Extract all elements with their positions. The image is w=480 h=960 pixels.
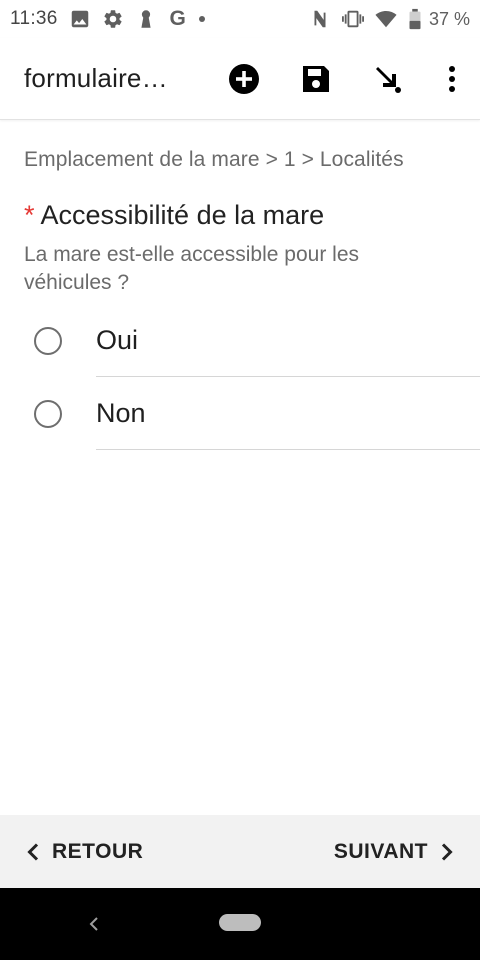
add-repeat-button[interactable] [208,38,280,120]
finalize-icon [376,67,401,93]
question-title: * Accessibilité de la mare [24,200,460,231]
overflow-menu-button[interactable] [424,38,480,120]
battery-percent: 37 % [428,8,470,29]
back-arrow-icon [89,917,98,931]
add-icon [229,64,259,94]
next-button[interactable]: SUIVANT [334,815,480,888]
vibrate-icon [341,8,364,30]
save-icon [303,66,329,92]
next-button-label: SUIVANT [333,839,428,863]
radio-option-non[interactable]: Non [0,377,480,450]
radio-option-label: Oui [96,325,139,355]
radio-button[interactable] [34,399,62,428]
radio-button[interactable] [34,326,62,355]
system-back-button[interactable] [84,910,104,938]
question-title-text: Accessibilité de la mare [40,200,325,230]
save-button[interactable] [280,38,352,120]
form-title: formulaire… [24,63,168,93]
status-time: 11:36 [10,8,58,29]
radio-group: Oui Non [0,304,480,450]
status-bar: 11:36 G 37 % [0,0,480,38]
chevron-right-icon [441,842,453,861]
system-home-button[interactable] [219,914,261,931]
more-vert-icon [449,66,455,92]
chevron-left-icon [27,842,39,861]
breadcrumb: Emplacement de la mare > 1 > Localités [24,148,404,171]
status-left: 11:36 G [10,7,205,31]
divider [96,449,480,450]
question-hint: La mare est-elle accessible pour les véh… [24,243,359,294]
radio-option-oui[interactable]: Oui [0,304,480,377]
image-icon [69,8,91,30]
radio-option-label: Non [96,398,146,428]
gear-icon [102,8,124,30]
battery-icon [408,8,422,30]
back-button-label: RETOUR [52,839,144,863]
app-actions [208,38,480,120]
google-icon: G [169,7,186,30]
finalize-button[interactable] [352,38,424,120]
back-button[interactable]: RETOUR [0,815,143,888]
question: * Accessibilité de la mare La mare est-e… [24,200,460,297]
system-navigation-bar [0,888,480,960]
status-right: 37 % [309,8,470,30]
app-bar: formulaire… [0,38,480,120]
required-marker: * [24,200,35,230]
keyhole-icon [135,8,157,30]
nfc-icon [309,8,331,30]
dot-icon [198,16,205,22]
bottom-navigation: RETOUR SUIVANT [0,815,480,888]
wifi-icon [375,8,397,30]
